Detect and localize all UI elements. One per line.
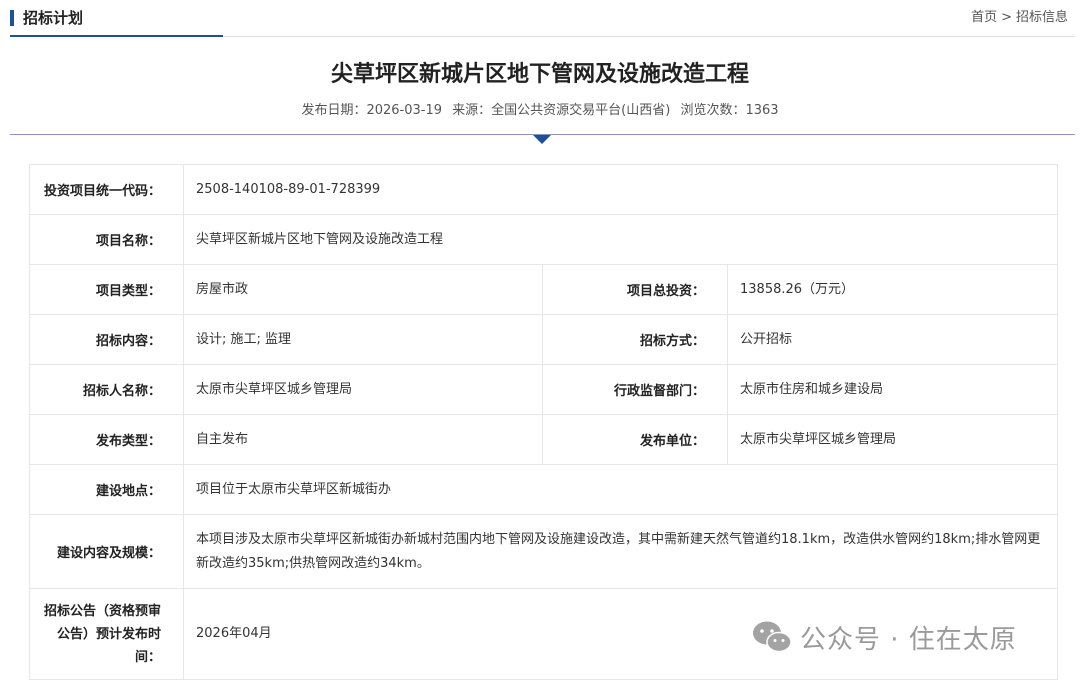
- view-count: 浏览次数：1363: [680, 103, 779, 118]
- field-value: 太原市住房和城乡建设局: [726, 364, 1059, 415]
- source: 来源：全国公共资源交易平台(山西省): [452, 103, 671, 118]
- field-label: 项目类型：: [29, 264, 184, 315]
- field-value: 太原市尖草坪区城乡管理局: [183, 364, 543, 415]
- field-value: 本项目涉及太原市尖草坪区新城街办新城村范围内地下管网及设施建设改造，其中需新建天…: [182, 514, 1059, 589]
- section-accent-bar: [10, 10, 14, 26]
- table-row: 招标人名称： 太原市尖草坪区城乡管理局 行政监督部门： 太原市住房和城乡建设局: [29, 364, 1059, 415]
- field-value: 13858.26（万元）: [726, 264, 1059, 315]
- table-row: 项目类型： 房屋市政 项目总投资： 13858.26（万元）: [29, 264, 1059, 315]
- table-row: 投资项目统一代码： 2508-140108-89-01-728399: [29, 164, 1059, 215]
- field-label: 项目名称：: [29, 214, 184, 265]
- publish-date: 发布日期：2026-03-19: [301, 103, 443, 118]
- breadcrumb-current-link[interactable]: 招标信息: [1016, 10, 1068, 25]
- field-label: 招标人名称：: [29, 364, 184, 415]
- table-row: 建设地点： 项目位于太原市尖草坪区新城街办: [29, 464, 1059, 515]
- section-header: 招标计划 首页 > 招标信息: [10, 0, 1075, 37]
- table-row: 项目名称： 尖草坪区新城片区地下管网及设施改造工程: [29, 214, 1059, 265]
- breadcrumb-separator: >: [1001, 10, 1012, 25]
- breadcrumb: 首页 > 招标信息: [969, 9, 1070, 27]
- watermark: 公众号 · 住在太原: [752, 617, 1017, 657]
- field-label: 行政监督部门：: [542, 364, 728, 415]
- field-label: 招标公告（资格预审 公告）预计发布时 间：: [29, 588, 184, 680]
- table-row: 建设内容及规模： 本项目涉及太原市尖草坪区新城街办新城村范围内地下管网及设施建设…: [29, 514, 1059, 589]
- divider-arrow-icon: [533, 135, 551, 144]
- field-label: 建设地点：: [29, 464, 184, 515]
- wechat-icon: [753, 621, 792, 653]
- field-value: 项目位于太原市尖草坪区新城街办: [182, 464, 1059, 515]
- field-label: 招标方式：: [542, 314, 728, 365]
- field-label: 发布类型：: [29, 414, 184, 465]
- field-value: 尖草坪区新城片区地下管网及设施改造工程: [182, 214, 1059, 265]
- field-value: 2508-140108-89-01-728399: [182, 164, 1059, 215]
- article-meta: 发布日期：2026-03-19 来源：全国公共资源交易平台(山西省) 浏览次数：…: [0, 102, 1080, 120]
- field-label-line: 间：: [134, 649, 161, 665]
- field-value: 太原市尖草坪区城乡管理局: [726, 414, 1059, 465]
- field-value: 公开招标: [726, 314, 1059, 365]
- field-label: 项目总投资：: [542, 264, 728, 315]
- field-label: 投资项目统一代码：: [29, 164, 184, 215]
- project-info-table: 投资项目统一代码： 2508-140108-89-01-728399 项目名称：…: [29, 164, 1059, 680]
- field-label: 建设内容及规模：: [29, 514, 184, 589]
- field-label: 招标内容：: [29, 314, 184, 365]
- table-row: 招标内容： 设计; 施工; 监理 招标方式： 公开招标: [29, 314, 1059, 365]
- field-value: 设计; 施工; 监理: [183, 314, 543, 365]
- watermark-text: 公众号 · 住在太原: [800, 624, 1017, 655]
- table-row: 发布类型： 自主发布 发布单位： 太原市尖草坪区城乡管理局: [29, 414, 1059, 465]
- field-label-line: 招标公告（资格预审: [43, 603, 161, 619]
- section-title-underline: [10, 35, 223, 37]
- breadcrumb-home-link[interactable]: 首页: [971, 10, 997, 25]
- field-label-line: 公告）预计发布时: [56, 626, 161, 642]
- field-label: 发布单位：: [542, 414, 728, 465]
- field-value: 房屋市政: [183, 264, 543, 315]
- section-title: 招标计划: [23, 9, 84, 27]
- article-title: 尖草坪区新城片区地下管网及设施改造工程: [330, 62, 749, 87]
- field-value: 自主发布: [183, 414, 543, 465]
